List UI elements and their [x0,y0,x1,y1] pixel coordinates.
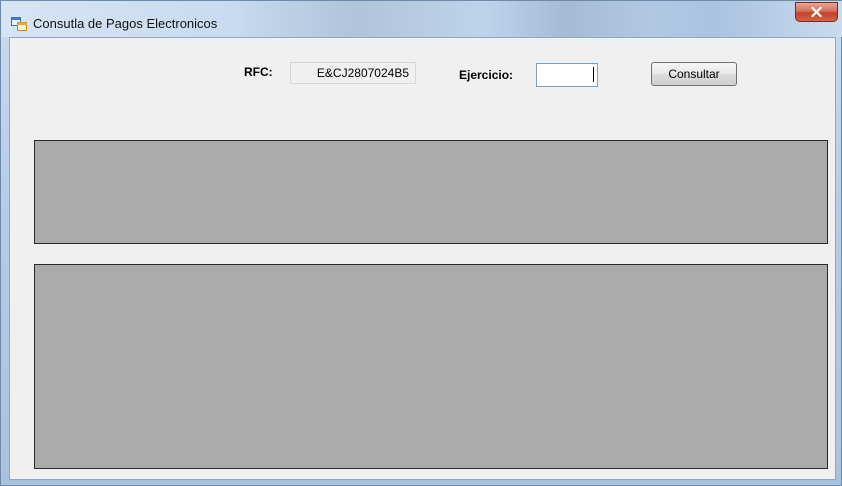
ejercicio-input[interactable] [536,63,598,87]
consultar-button[interactable]: Consultar [651,62,737,86]
form-client-area: RFC: E&CJ2807024B5 Ejercicio: Consultar [9,37,836,480]
rfc-value: E&CJ2807024B5 [290,62,416,84]
close-icon [811,7,822,17]
close-button[interactable] [795,2,838,22]
rfc-label: RFC: [244,65,273,79]
title-bar[interactable]: Consutla de Pagos Electronicos [1,1,842,37]
ejercicio-label: Ejercicio: [459,68,514,82]
text-caret [593,67,594,82]
window-title: Consutla de Pagos Electronicos [33,16,218,31]
app-window-icon [11,17,27,31]
upper-data-grid[interactable] [34,140,828,244]
lower-data-grid[interactable] [34,264,828,469]
title-bar-glow [231,1,651,37]
main-window: Consutla de Pagos Electronicos RFC: E&CJ… [0,0,842,486]
